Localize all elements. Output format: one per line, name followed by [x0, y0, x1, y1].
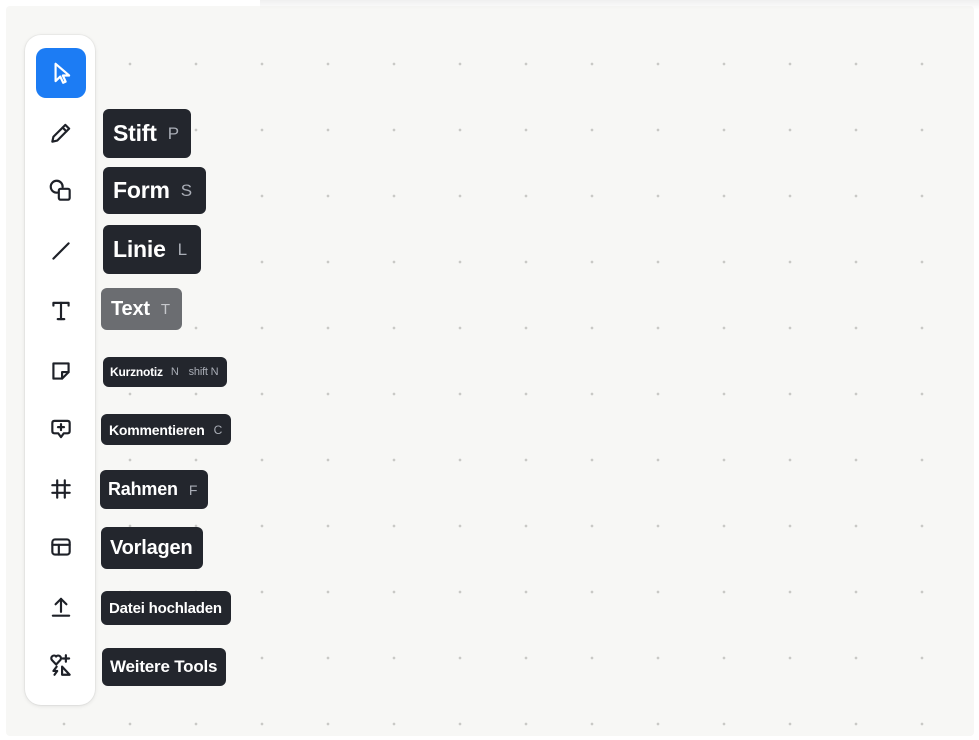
- line-shortcut-key: L: [177, 239, 187, 259]
- sticky-note-tool-button[interactable]: [36, 346, 86, 396]
- pen-tooltip: Stift P: [103, 109, 191, 158]
- more-tools-icon: [50, 654, 71, 676]
- sticky-note-tooltip: Kurznotiz N shift N: [103, 357, 228, 387]
- line-icon: [52, 242, 70, 260]
- sticky-note-tooltip-label: Kurznotiz: [110, 365, 163, 379]
- sticky-note-icon: [52, 362, 70, 380]
- shape-tool-button[interactable]: [36, 166, 86, 216]
- pen-tool-button[interactable]: [36, 108, 86, 158]
- frame-shortcut-key: F: [188, 481, 198, 498]
- upload-tooltip: Datei hochladen: [101, 591, 231, 625]
- shape-shortcut-key: S: [180, 180, 192, 200]
- text-tooltip-label: Text: [111, 297, 150, 320]
- text-shortcut-key: T: [160, 300, 170, 318]
- sticky-note-shortcut-key: N: [170, 366, 179, 378]
- upload-icon: [51, 597, 71, 617]
- templates-tooltip-label: Vorlagen: [110, 536, 193, 559]
- pencil-icon: [51, 123, 71, 143]
- more-tools-tooltip-label: Weitere Tools: [110, 657, 218, 676]
- frame-tool-button[interactable]: [36, 464, 86, 514]
- text-tooltip: Text T: [101, 288, 182, 330]
- select-tool-button[interactable]: [36, 48, 86, 98]
- comment-shortcut-key: C: [213, 422, 223, 437]
- frame-tooltip-label: Rahmen: [108, 479, 178, 499]
- frame-icon: [51, 479, 71, 499]
- text-tool-button[interactable]: [36, 286, 86, 336]
- text-icon: [52, 301, 70, 321]
- pen-shortcut-key: P: [167, 123, 179, 143]
- sticky-note-shortcut-alt-key: shift N: [188, 366, 219, 378]
- comment-tool-button[interactable]: [36, 404, 86, 454]
- shape-tooltip-label: Form: [113, 177, 170, 203]
- more-tools-button[interactable]: [36, 640, 86, 690]
- comment-icon: [51, 419, 71, 439]
- upload-tool-button[interactable]: [36, 582, 86, 632]
- top-edge-shadow: [260, 0, 979, 10]
- line-tooltip-label: Linie: [113, 236, 166, 262]
- upload-tooltip-label: Datei hochladen: [109, 599, 222, 617]
- pen-tooltip-label: Stift: [113, 120, 157, 146]
- line-tooltip: Linie L: [103, 225, 201, 274]
- more-tools-tooltip: Weitere Tools: [102, 648, 227, 686]
- templates-tooltip: Vorlagen: [101, 527, 203, 569]
- line-tool-button[interactable]: [36, 226, 86, 276]
- frame-tooltip: Rahmen F: [100, 470, 209, 509]
- templates-tool-button[interactable]: [36, 522, 86, 572]
- shapes-icon: [49, 179, 71, 201]
- cursor-icon: [54, 62, 71, 84]
- comment-tooltip-label: Kommentieren: [109, 421, 205, 438]
- templates-icon: [51, 538, 71, 556]
- shape-tooltip: Form S: [103, 167, 206, 214]
- comment-tooltip: Kommentieren C: [101, 414, 232, 445]
